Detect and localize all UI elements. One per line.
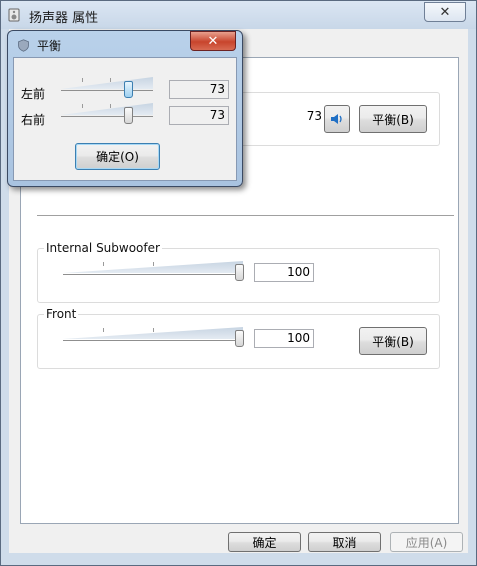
tick (110, 104, 111, 108)
subwoofer-volume-value[interactable]: 100 (254, 263, 314, 282)
balance-ok-button[interactable]: 确定(O) (75, 143, 160, 170)
channel-group-internal-subwoofer: Internal Subwoofer 100 (37, 241, 440, 303)
volume-track (61, 116, 153, 117)
volume-track (63, 274, 243, 275)
right-front-value[interactable]: 73 (169, 106, 229, 125)
tick (82, 78, 83, 82)
tick (103, 328, 104, 332)
balance-dialog-body: 左前 73 右前 73 确定(O) (13, 57, 237, 181)
volume-track (61, 90, 153, 91)
main-titlebar[interactable]: 扬声器 属性 ✕ (1, 1, 476, 29)
main-close-button[interactable]: ✕ (424, 2, 466, 22)
front-balance-button[interactable]: 平衡(B) (359, 327, 427, 355)
tick (110, 78, 111, 82)
speaker-icon (331, 114, 342, 124)
separator (37, 215, 454, 216)
ok-button[interactable]: 确定 (228, 532, 301, 552)
speaker-properties-icon (8, 8, 20, 22)
mute-button[interactable] (324, 105, 350, 133)
right-front-label: 右前 (21, 113, 46, 127)
channel-name: Front (44, 307, 79, 321)
apply-button[interactable]: 应用(A) (390, 532, 463, 552)
tick (103, 262, 104, 266)
tick (153, 328, 154, 332)
balance-dialog: 平衡 ✕ 左前 73 右前 73 确定(O) (7, 30, 243, 187)
subwoofer-volume-slider[interactable] (235, 264, 244, 281)
balance-close-button[interactable]: ✕ (190, 31, 236, 51)
channel-name: Internal Subwoofer (44, 241, 162, 255)
main-window-title: 扬声器 属性 (29, 11, 99, 26)
volume-wedge (61, 77, 153, 89)
front-volume-value[interactable]: 100 (254, 329, 314, 348)
left-front-label: 左前 (21, 87, 46, 101)
right-front-balance-slider[interactable] (124, 107, 133, 124)
cancel-button[interactable]: 取消 (308, 532, 381, 552)
left-front-balance-slider[interactable] (124, 81, 133, 98)
close-icon: ✕ (439, 4, 451, 20)
volume-wedge (61, 103, 153, 115)
shield-icon (18, 39, 29, 52)
left-front-value[interactable]: 73 (169, 80, 229, 99)
balance-dialog-title: 平衡 (37, 39, 62, 53)
channel-group-front: Front 100 平衡(B) (37, 307, 440, 369)
master-volume-value[interactable]: 73 (266, 107, 326, 126)
tick (82, 104, 83, 108)
close-icon: ✕ (207, 33, 219, 49)
front-volume-slider[interactable] (235, 330, 244, 347)
master-balance-button[interactable]: 平衡(B) (359, 105, 427, 133)
tick (153, 262, 154, 266)
volume-track (63, 340, 243, 341)
